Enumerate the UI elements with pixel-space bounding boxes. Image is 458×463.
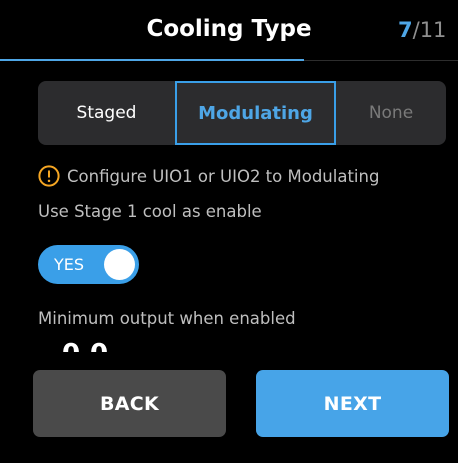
option-modulating[interactable]: Modulating <box>175 81 336 145</box>
option-staged[interactable]: Staged <box>38 81 175 145</box>
back-button[interactable]: BACK <box>33 370 226 437</box>
next-button[interactable]: NEXT <box>256 370 449 437</box>
option-none[interactable]: None <box>336 81 446 145</box>
header-bar: Cooling Type 7/11 <box>0 0 458 62</box>
step-total: /11 <box>412 18 447 42</box>
stage1-enable-label: Use Stage 1 cool as enable <box>38 202 262 221</box>
min-output-label: Minimum output when enabled <box>38 309 296 328</box>
stage1-enable-toggle[interactable]: YES <box>38 245 139 284</box>
warning-message: Configure UIO1 or UIO2 to Modulating <box>38 163 379 189</box>
step-current: 7 <box>398 18 413 42</box>
toggle-value: YES <box>54 255 85 274</box>
warning-circle-icon <box>38 165 60 187</box>
warning-text: Configure UIO1 or UIO2 to Modulating <box>67 166 380 186</box>
progress-indicator <box>0 59 304 61</box>
step-counter: 7/11 <box>398 18 446 42</box>
page-title: Cooling Type <box>146 16 312 42</box>
cooling-type-selector: Staged Modulating None <box>38 81 446 145</box>
toggle-knob <box>104 249 135 280</box>
